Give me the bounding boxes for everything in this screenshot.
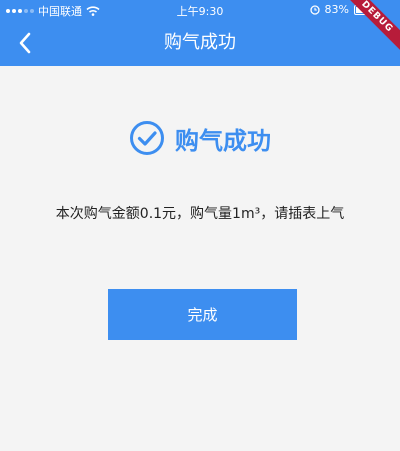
check-circle-icon xyxy=(130,121,164,155)
alarm-icon xyxy=(309,4,320,15)
result-description: 本次购气金额0.1元，购气量1m³，请插表上气 xyxy=(55,206,345,222)
app-header: 中国联通 上午9:30 83% 购气成功 xyxy=(0,0,400,66)
result-title: 购气成功 xyxy=(175,126,271,155)
battery-percent: 83% xyxy=(324,3,349,16)
page-title: 购气成功 xyxy=(164,32,236,53)
result-heading: 购气成功 xyxy=(0,120,400,156)
purchase-success-screen: 中国联通 上午9:30 83% 购气成功 DEBUG 购气成功 本次购气金额0.… xyxy=(0,0,400,451)
nav-bar: 购气成功 xyxy=(0,20,400,66)
done-button[interactable]: 完成 xyxy=(108,289,297,340)
status-bar: 中国联通 上午9:30 83% xyxy=(0,0,400,20)
